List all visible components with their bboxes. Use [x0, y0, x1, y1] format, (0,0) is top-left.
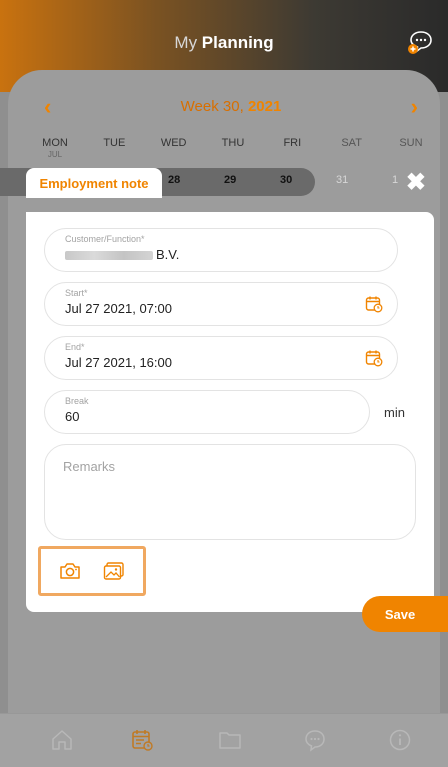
break-field[interactable]: Break 60: [44, 390, 370, 434]
day-name-mon[interactable]: MON JUL: [30, 137, 80, 165]
week-navigation: ‹ Week 30, 2021 ›: [44, 96, 418, 120]
employment-note-form: Customer/Function* B.V. Start* Jul 27 20…: [26, 212, 434, 612]
chevron-right-icon[interactable]: ›: [411, 96, 418, 118]
camera-icon[interactable]: [59, 561, 81, 581]
remarks-textarea[interactable]: Remarks: [44, 444, 416, 540]
date-1[interactable]: 1: [392, 174, 398, 186]
close-icon[interactable]: ✖: [406, 171, 426, 195]
attachment-buttons: [38, 546, 146, 596]
page-title: My Planning: [174, 33, 274, 52]
calendar-clock-icon[interactable]: [365, 295, 383, 313]
image-gallery-icon[interactable]: [103, 561, 125, 581]
chat-icon[interactable]: [303, 728, 327, 752]
employment-note-tab: Employment note: [26, 168, 162, 198]
week-label: Week 30, 2021: [180, 98, 282, 115]
calendar-clock-icon[interactable]: [365, 349, 383, 367]
day-name-sun[interactable]: SUN: [386, 137, 436, 165]
date-30[interactable]: 30: [280, 174, 292, 186]
home-icon[interactable]: [50, 728, 74, 752]
day-name-sat[interactable]: SAT: [327, 137, 377, 165]
date-31[interactable]: 31: [336, 174, 348, 186]
info-icon[interactable]: [388, 728, 412, 752]
day-name-tue[interactable]: TUE: [89, 137, 139, 165]
planning-calendar-icon[interactable]: [130, 728, 154, 752]
date-28[interactable]: 28: [168, 174, 180, 186]
redacted-text: [65, 251, 153, 261]
save-button[interactable]: Save: [362, 596, 448, 632]
date-29[interactable]: 29: [224, 174, 236, 186]
day-name-fri[interactable]: FRI: [267, 137, 317, 165]
folder-icon[interactable]: [218, 728, 242, 752]
start-field[interactable]: Start* Jul 27 2021, 07:00: [44, 282, 398, 326]
day-name-thu[interactable]: THU: [208, 137, 258, 165]
end-field[interactable]: End* Jul 27 2021, 16:00: [44, 336, 398, 380]
chat-add-icon[interactable]: [408, 29, 434, 55]
bottom-navigation: [0, 713, 448, 767]
day-name-wed[interactable]: WED: [149, 137, 199, 165]
break-unit-label: min: [384, 405, 405, 420]
day-names-row: MON JUL TUE WED THU FRI SAT SUN: [30, 137, 436, 165]
customer-function-field[interactable]: Customer/Function* B.V.: [44, 228, 398, 272]
